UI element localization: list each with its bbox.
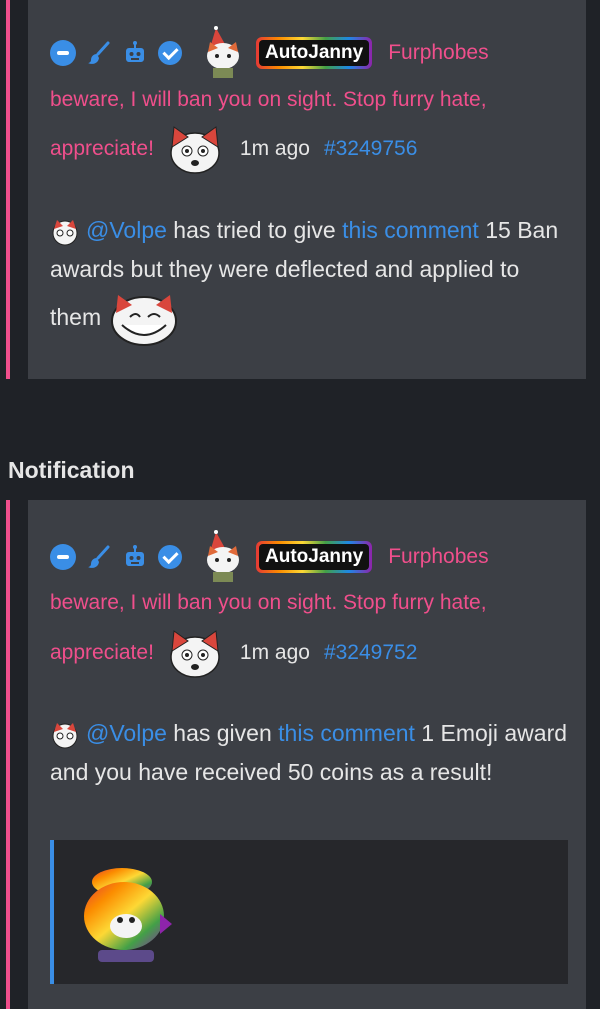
timestamp: 1m ago (239, 137, 310, 160)
marsey-mini-icon (52, 722, 78, 749)
meta-row: appreciate! 1m ago #3249756 (50, 117, 417, 181)
verified-check-icon (158, 41, 182, 65)
notification-card: AutoJanny Furphobes beware, I will ban y… (28, 0, 586, 379)
user-avatar[interactable] (196, 530, 250, 584)
notification-body: @Volpe has tried to give this comment 15… (50, 211, 570, 349)
comment-id-link[interactable]: #3249756 (324, 137, 417, 161)
marsey-emoji-icon (170, 126, 220, 174)
comment-id-link[interactable]: #3249752 (324, 641, 417, 665)
username[interactable]: AutoJanny (259, 40, 370, 66)
user-mention-link[interactable]: @Volpe (86, 217, 167, 243)
minus-circle-icon[interactable] (50, 544, 76, 570)
meta-row: appreciate! 1m ago #3249752 (50, 621, 417, 685)
notification-heading: Notification (8, 457, 135, 483)
robot-icon (126, 545, 144, 566)
notification-accent-bar (6, 500, 10, 1009)
username-badge[interactable]: AutoJanny (256, 37, 373, 69)
brush-icon (88, 545, 110, 568)
author-row: AutoJanny Furphobes (50, 26, 489, 78)
comment-link[interactable]: this comment (278, 720, 415, 746)
body-text-a: has given (166, 720, 279, 746)
award-quote-block (50, 840, 568, 984)
timestamp: 1m ago (239, 641, 310, 664)
rainbow-marsey-emoji-icon (84, 868, 172, 962)
user-flair-text: Furphobes (388, 545, 489, 568)
user-flair-text-end: appreciate! (50, 137, 154, 160)
user-mention-link[interactable]: @Volpe (86, 720, 167, 746)
trollface-emoji-icon (110, 295, 177, 346)
notification-body: @Volpe has given this comment 1 Emoji aw… (50, 714, 570, 792)
username-badge[interactable]: AutoJanny (256, 541, 373, 573)
marsey-emoji-icon (170, 630, 220, 678)
marsey-mini-icon (52, 219, 78, 246)
brush-icon (88, 41, 110, 64)
username[interactable]: AutoJanny (259, 544, 370, 570)
user-avatar[interactable] (196, 26, 250, 80)
user-flair-text: Furphobes (388, 41, 489, 64)
comment-link[interactable]: this comment (342, 217, 479, 243)
verified-check-icon (158, 545, 182, 569)
author-row: AutoJanny Furphobes (50, 530, 489, 582)
user-flair-text-end: appreciate! (50, 641, 154, 664)
notification-accent-bar (6, 0, 10, 379)
minus-circle-icon[interactable] (50, 40, 76, 66)
notification-card: AutoJanny Furphobes beware, I will ban y… (28, 500, 586, 1009)
user-flair-text-line: beware, I will ban you on sight. Stop fu… (50, 88, 487, 111)
user-flair-text-line: beware, I will ban you on sight. Stop fu… (50, 591, 487, 614)
robot-icon (126, 41, 144, 62)
body-text-a: has tried to give (166, 217, 343, 243)
